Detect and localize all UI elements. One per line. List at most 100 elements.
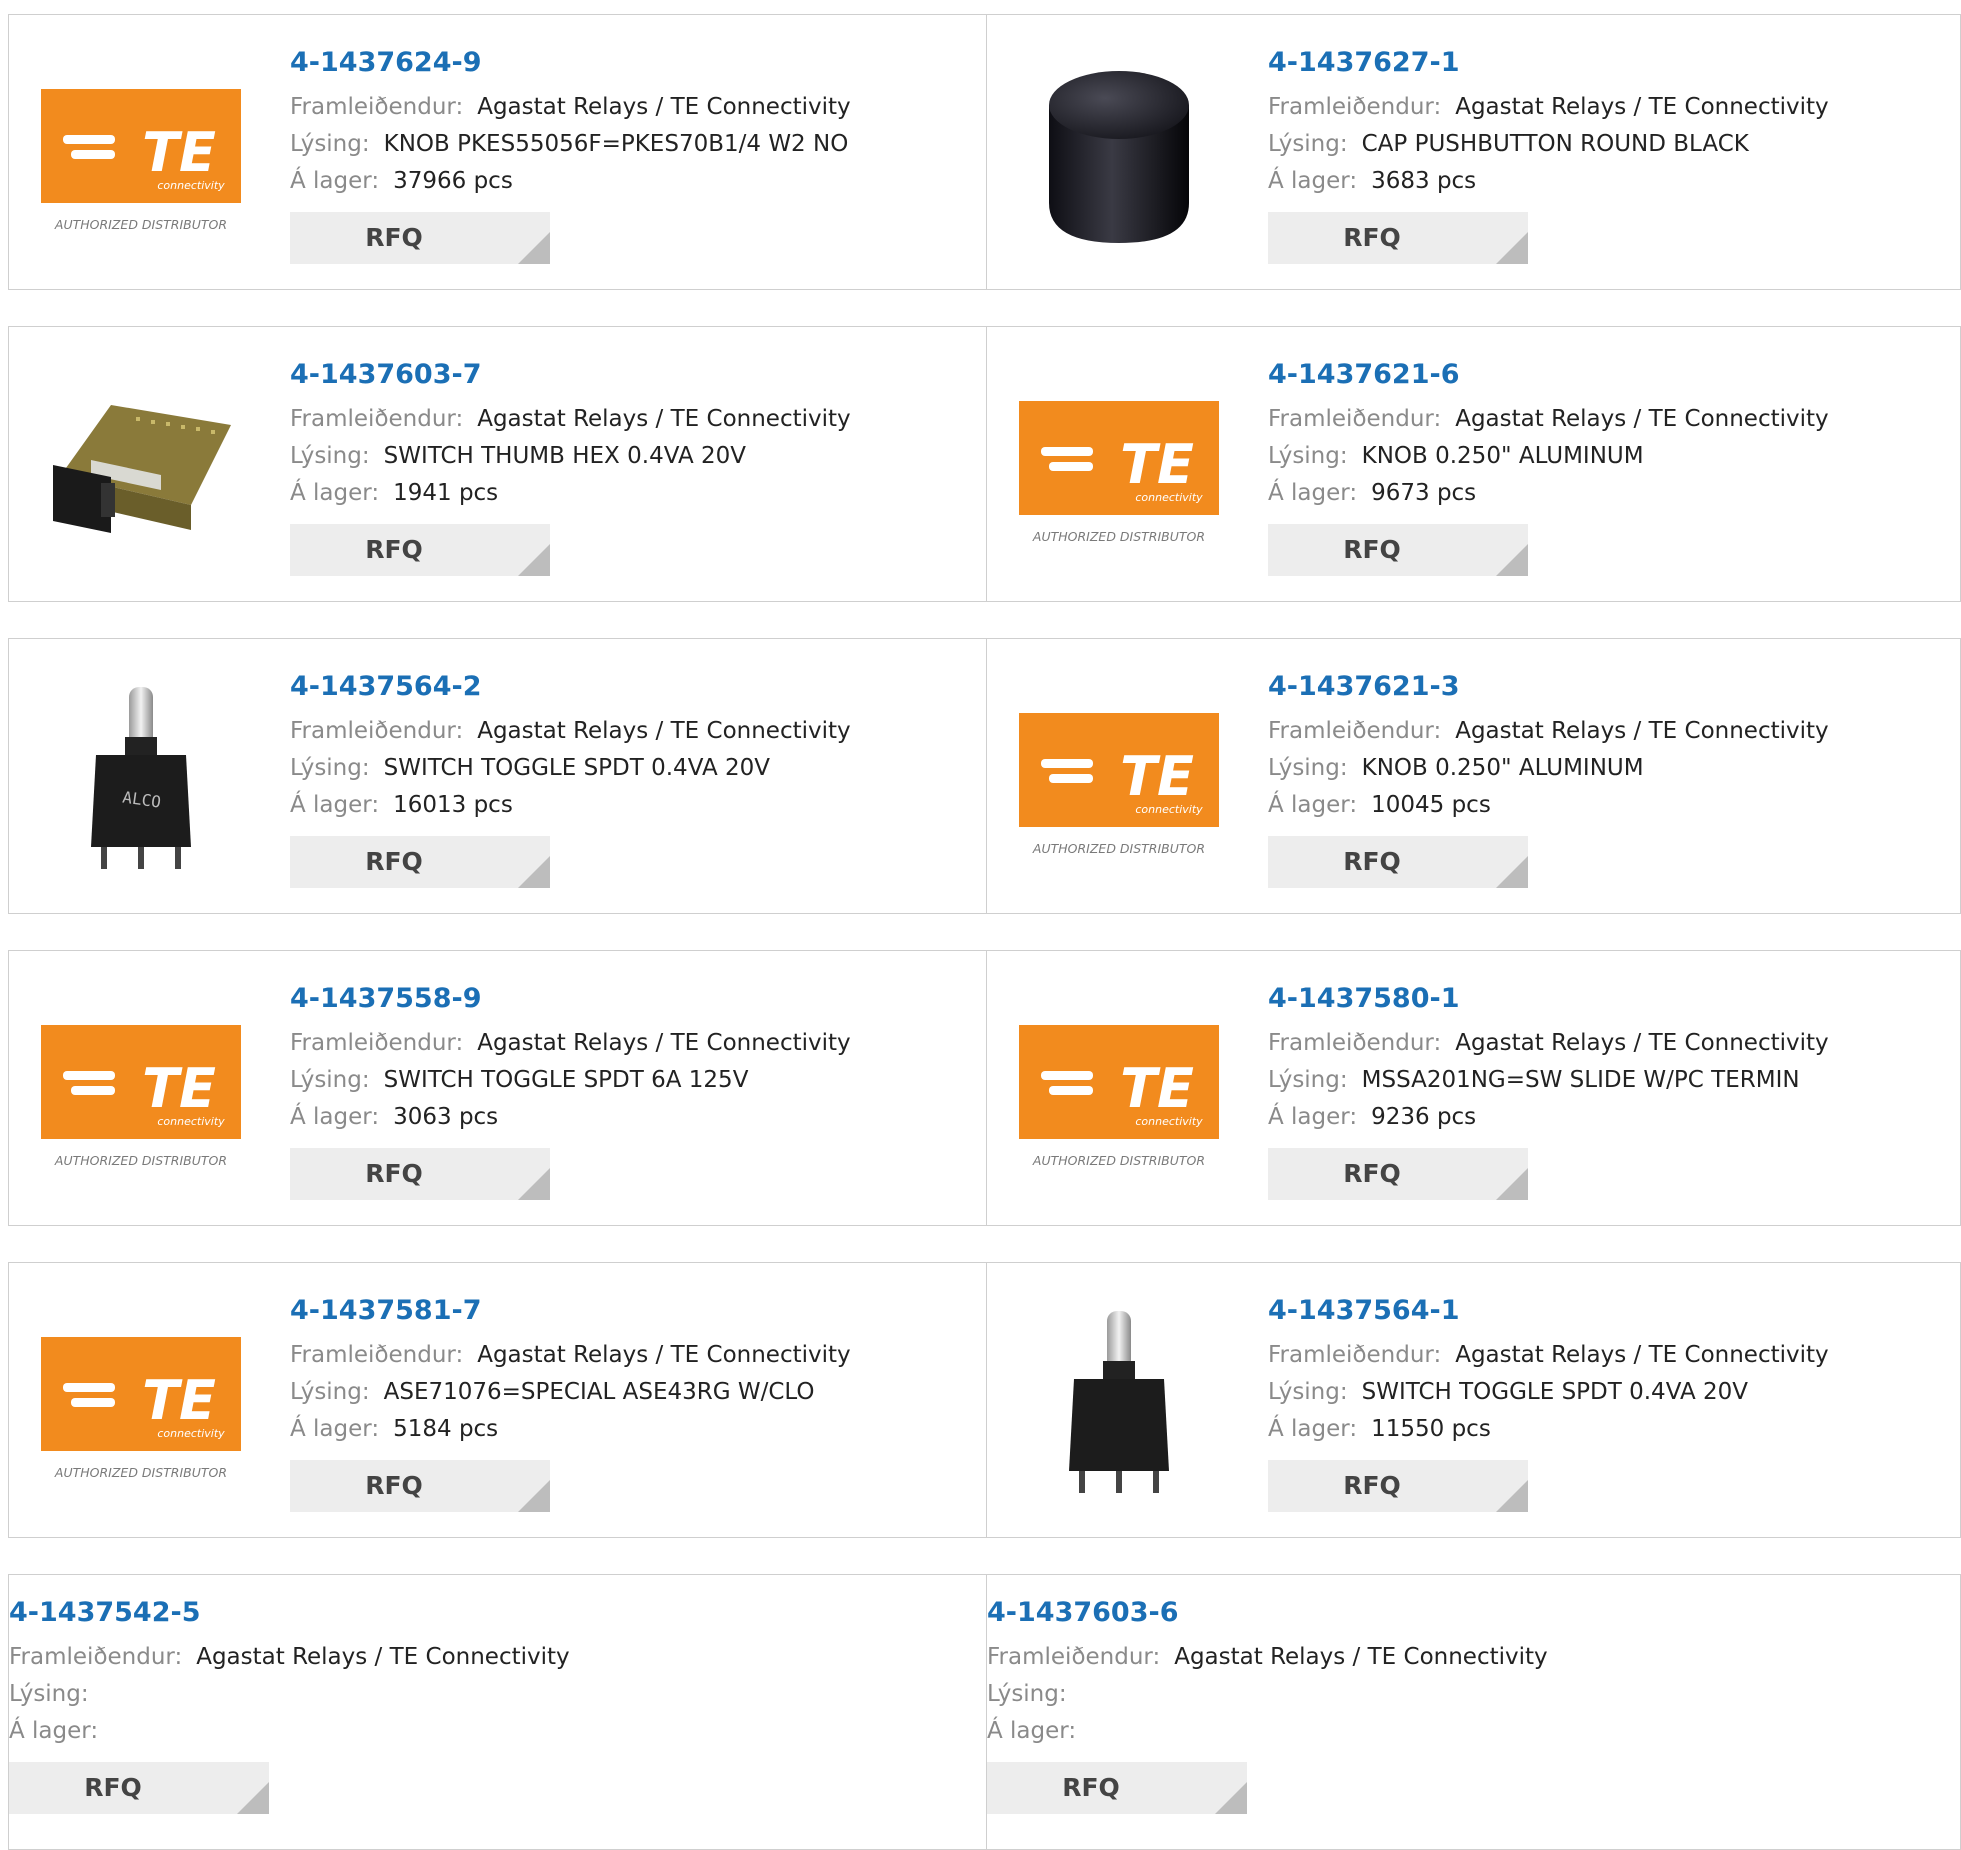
stock-row: Á lager: 9236 pcs [1268,1099,1950,1136]
rfq-button[interactable]: RFQ [1268,1460,1528,1512]
product-thumbnail[interactable]: TE connectivity AUTHORIZED DISTRIBUTOR [41,989,241,1189]
te-authorized-distributor-logo: TE connectivity AUTHORIZED DISTRIBUTOR [1019,989,1219,1189]
part-number-link[interactable]: 4-1437580-1 [1268,981,1950,1017]
description-value: SWITCH TOGGLE SPDT 0.4VA 20V [1361,1379,1748,1405]
rfq-button[interactable]: RFQ [290,212,550,264]
product-thumbnail[interactable]: TE connectivity AUTHORIZED DISTRIBUTOR [1019,677,1219,877]
te-authorized-distributor-logo: TE connectivity AUTHORIZED DISTRIBUTOR [1019,677,1219,877]
product-info: 4-1437564-2 Framleiðendur: Agastat Relays… [290,669,976,888]
product-info: 4-1437542-5 Framleiðendur: Agastat Relays… [9,1595,976,1814]
stock-row: Á lager: [9,1713,976,1750]
manufacturer-row: Framleiðendur: Agastat Relays / TE Connec… [1268,89,1950,126]
rfq-corner-decoration [1496,1480,1528,1512]
toggle-switch-image: ALCO [41,677,241,877]
product-thumbnail[interactable]: ALCO [41,677,241,877]
part-number-link[interactable]: 4-1437564-2 [290,669,976,705]
rfq-button[interactable]: RFQ [9,1762,269,1814]
stock-row: Á lager: 37966 pcs [290,163,976,200]
manufacturer-label: Framleiðendur: [1268,1342,1442,1368]
te-tagline: AUTHORIZED DISTRIBUTOR [54,1465,227,1480]
description-value: SWITCH TOGGLE SPDT 6A 125V [383,1067,749,1093]
part-number-link[interactable]: 4-1437603-7 [290,357,976,393]
manufacturer-value: Agastat Relays / TE Connectivity [477,718,851,744]
manufacturer-value: Agastat Relays / TE Connectivity [477,406,851,432]
product-thumbnail[interactable]: TE connectivity AUTHORIZED DISTRIBUTOR [1019,365,1219,565]
product-card-4-1437580-1: TE connectivity AUTHORIZED DISTRIBUTOR 4… [986,950,1961,1226]
product-thumbnail[interactable]: TE connectivity AUTHORIZED DISTRIBUTOR [1019,989,1219,1189]
rfq-button-label: RFQ [1062,1773,1120,1802]
description-label: Lýsing: [1268,1379,1348,1405]
product-thumbnail[interactable]: TE connectivity AUTHORIZED DISTRIBUTOR [41,53,241,253]
stock-value: 37966 pcs [393,168,513,194]
product-thumbnail[interactable]: TE connectivity AUTHORIZED DISTRIBUTOR [41,1301,241,1501]
part-number-link[interactable]: 4-1437627-1 [1268,45,1950,81]
part-number-link[interactable]: 4-1437624-9 [290,45,976,81]
te-tagline: AUTHORIZED DISTRIBUTOR [1032,841,1205,856]
thumbwheel-switch-image [41,365,241,565]
product-thumbnail[interactable] [41,365,241,565]
product-card-4-1437542-5: 4-1437542-5 Framleiðendur: Agastat Relays… [8,1574,987,1850]
rfq-corner-decoration [1496,232,1528,264]
manufacturer-label: Framleiðendur: [290,1342,464,1368]
rfq-button[interactable]: RFQ [1268,836,1528,888]
part-number-link[interactable]: 4-1437603-6 [987,1595,1950,1631]
rfq-corner-decoration [518,232,550,264]
part-number-link[interactable]: 4-1437621-6 [1268,357,1950,393]
product-thumbnail[interactable] [1019,1301,1219,1501]
stock-label: Á lager: [1268,168,1358,194]
te-sub: connectivity [157,179,225,192]
manufacturer-value: Agastat Relays / TE Connectivity [477,94,851,120]
te-sub: connectivity [157,1427,225,1440]
te-wordmark: TE [1120,433,1194,496]
stock-label: Á lager: [1268,480,1358,506]
rfq-button[interactable]: RFQ [290,836,550,888]
description-value: KNOB 0.250" ALUMINUM [1361,755,1644,781]
rfq-button[interactable]: RFQ [1268,1148,1528,1200]
product-card-4-1437624-9: TE connectivity AUTHORIZED DISTRIBUTOR 4… [8,14,987,290]
description-row: Lýsing: [987,1676,1950,1713]
rfq-button-label: RFQ [365,1159,423,1188]
stock-row: Á lager: 10045 pcs [1268,787,1950,824]
rfq-button[interactable]: RFQ [1268,524,1528,576]
product-thumbnail[interactable] [1019,53,1219,253]
stock-value: 3683 pcs [1371,168,1477,194]
te-authorized-distributor-logo: TE connectivity AUTHORIZED DISTRIBUTOR [1019,365,1219,565]
product-info: 4-1437621-6 Framleiðendur: Agastat Relays… [1268,357,1950,576]
rfq-button-label: RFQ [1343,1471,1401,1500]
rfq-button-label: RFQ [1343,223,1401,252]
description-value: ASE71076=SPECIAL ASE43RG W/CLO [383,1379,815,1405]
manufacturer-value: Agastat Relays / TE Connectivity [1455,718,1829,744]
te-tagline: AUTHORIZED DISTRIBUTOR [54,217,227,232]
rfq-button[interactable]: RFQ [1268,212,1528,264]
rfq-button[interactable]: RFQ [987,1762,1247,1814]
description-value: KNOB PKES55056F=PKES70B1/4 W2 NO [383,131,849,157]
description-label: Lýsing: [290,443,370,469]
rfq-button-label: RFQ [84,1773,142,1802]
description-row: Lýsing: KNOB 0.250" ALUMINUM [1268,438,1950,475]
te-sub: connectivity [157,1115,225,1128]
rfq-button[interactable]: RFQ [290,1148,550,1200]
description-row: Lýsing: SWITCH THUMB HEX 0.4VA 20V [290,438,976,475]
part-number-link[interactable]: 4-1437564-1 [1268,1293,1950,1329]
product-info: 4-1437603-6 Framleiðendur: Agastat Relays… [987,1595,1950,1814]
description-label: Lýsing: [1268,755,1348,781]
rfq-button-label: RFQ [1343,847,1401,876]
te-tagline: AUTHORIZED DISTRIBUTOR [1032,1153,1205,1168]
manufacturer-label: Framleiðendur: [290,94,464,120]
rfq-button[interactable]: RFQ [290,524,550,576]
description-row: Lýsing: MSSA201NG=SW SLIDE W/PC TERMIN [1268,1062,1950,1099]
product-card-4-1437603-7: 4-1437603-7 Framleiðendur: Agastat Relays… [8,326,987,602]
rfq-button-label: RFQ [365,223,423,252]
description-row: Lýsing: KNOB 0.250" ALUMINUM [1268,750,1950,787]
part-number-link[interactable]: 4-1437581-7 [290,1293,976,1329]
part-number-link[interactable]: 4-1437558-9 [290,981,976,1017]
manufacturer-value: Agastat Relays / TE Connectivity [1455,406,1829,432]
rfq-button-label: RFQ [365,847,423,876]
rfq-corner-decoration [518,1168,550,1200]
part-number-link[interactable]: 4-1437621-3 [1268,669,1950,705]
part-number-link[interactable]: 4-1437542-5 [9,1595,976,1631]
rfq-button[interactable]: RFQ [290,1460,550,1512]
te-wordmark: TE [142,1057,216,1120]
te-sub: connectivity [1135,803,1203,816]
description-row: Lýsing: SWITCH TOGGLE SPDT 0.4VA 20V [1268,1374,1950,1411]
